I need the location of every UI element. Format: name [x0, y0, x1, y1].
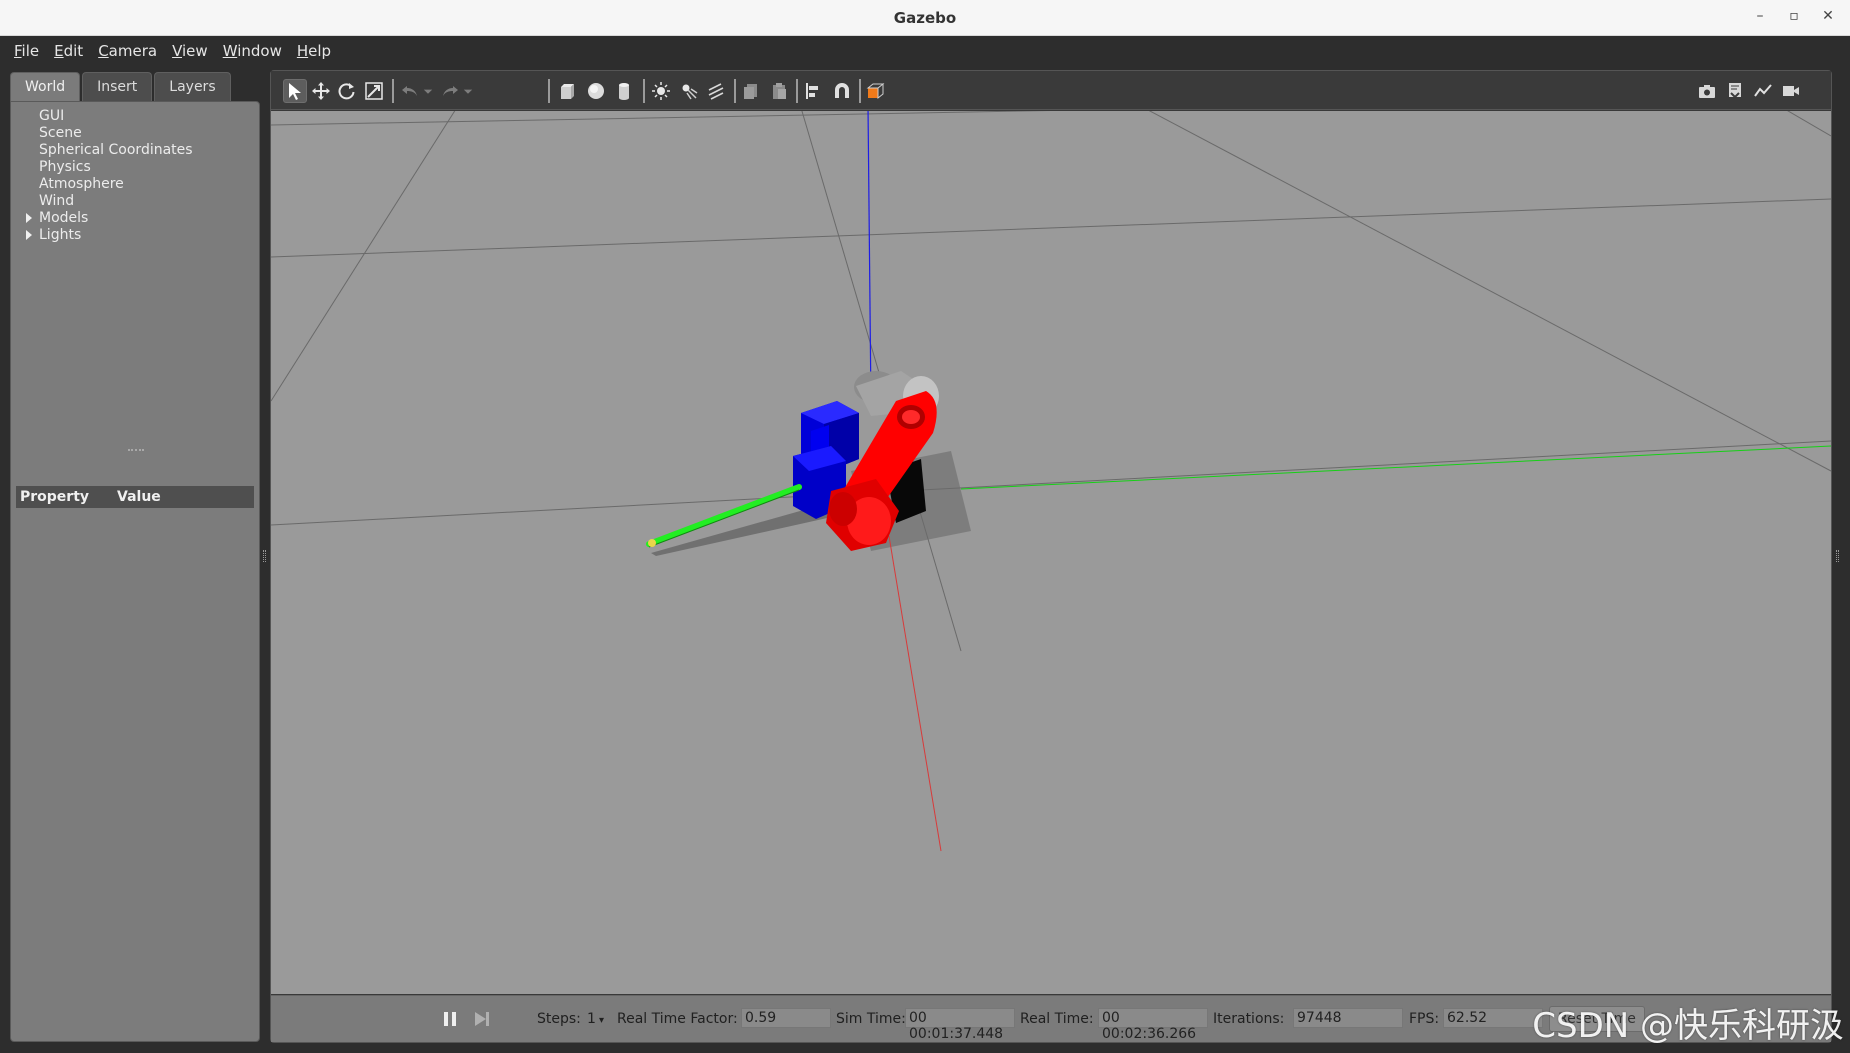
translate-mode-icon[interactable] — [309, 79, 333, 103]
toolbar-separator — [734, 79, 736, 103]
box-shape-icon[interactable] — [555, 79, 579, 103]
rtf-field: 0.59 — [741, 1008, 831, 1028]
real-time-field: 00 00:02:36.266 — [1098, 1008, 1208, 1042]
toolbar-separator — [859, 79, 861, 103]
sphere-shape-icon[interactable] — [584, 79, 608, 103]
fps-field: 62.52 — [1443, 1008, 1543, 1028]
redo-icon[interactable] — [438, 79, 462, 103]
menu-help[interactable]: Help — [295, 40, 333, 62]
menu-camera[interactable]: Camera — [96, 40, 159, 62]
menu-edit[interactable]: Edit — [52, 40, 85, 62]
expand-arrow-icon[interactable] — [26, 213, 32, 223]
menu-bar: File Edit Camera View Window Help — [0, 36, 1850, 66]
steps-value[interactable]: 1 — [587, 1011, 596, 1027]
step-forward-button[interactable] — [470, 1007, 494, 1031]
toolbar-separator — [392, 79, 394, 103]
window-title: Gazebo — [893, 9, 957, 27]
value-column-header: Value — [117, 489, 161, 505]
tab-world[interactable]: World — [10, 72, 81, 103]
tree-item-scene[interactable]: Scene — [25, 125, 193, 142]
snap-magnet-icon[interactable] — [830, 79, 854, 103]
tab-insert[interactable]: Insert — [82, 72, 153, 101]
pause-button[interactable] — [438, 1007, 462, 1031]
x-axis — [888, 535, 942, 852]
rotate-mode-icon[interactable] — [335, 79, 359, 103]
rtf-label: Real Time Factor: — [617, 1011, 738, 1027]
directional-light-icon[interactable] — [704, 79, 728, 103]
property-column-header: Property — [20, 489, 90, 505]
select-mode-icon[interactable] — [283, 79, 307, 103]
tree-item-lights[interactable]: Lights — [25, 227, 193, 244]
maximize-button[interactable]: ▫ — [1786, 8, 1802, 24]
sim-time-field: 00 00:01:37.448 — [905, 1008, 1015, 1042]
undo-dropdown-icon[interactable] — [421, 79, 435, 103]
window-controls: – ▫ ✕ — [1752, 8, 1836, 24]
plot-icon[interactable] — [1751, 79, 1775, 103]
right-splitter-handle[interactable] — [1836, 550, 1839, 562]
3d-viewport[interactable] — [271, 111, 1831, 994]
world-tree-panel: GUI Scene Spherical Coordinates Physics … — [10, 101, 260, 1042]
point-light-icon[interactable] — [649, 79, 673, 103]
iterations-label: Iterations: — [1213, 1011, 1285, 1027]
menu-window[interactable]: Window — [221, 40, 284, 62]
cylinder-shape-icon[interactable] — [612, 79, 636, 103]
toolbar-separator — [643, 79, 645, 103]
copy-icon[interactable] — [739, 79, 763, 103]
menu-view[interactable]: View — [170, 40, 210, 62]
steps-label: Steps: — [537, 1011, 581, 1027]
scene-render — [271, 111, 1831, 852]
tree-item-gui[interactable]: GUI — [25, 108, 193, 125]
iterations-field: 97448 — [1293, 1008, 1403, 1028]
steps-dropdown-icon[interactable]: ▾ — [599, 1015, 604, 1026]
fps-label: FPS: — [1409, 1011, 1440, 1027]
tab-layers[interactable]: Layers — [154, 72, 231, 101]
tree-item-wind[interactable]: Wind — [25, 193, 193, 210]
real-time-label: Real Time: — [1020, 1011, 1094, 1027]
z-axis — [867, 111, 872, 407]
toolbar-separator — [796, 79, 798, 103]
property-table-header: Property Value — [16, 486, 254, 508]
toolbar — [271, 71, 1831, 110]
close-button[interactable]: ✕ — [1820, 8, 1836, 24]
world-tree: GUI Scene Spherical Coordinates Physics … — [25, 108, 193, 244]
tree-item-spherical-coordinates[interactable]: Spherical Coordinates — [25, 142, 193, 159]
sim-time-label: Sim Time: — [836, 1011, 906, 1027]
redo-dropdown-icon[interactable] — [461, 79, 475, 103]
align-icon[interactable] — [802, 79, 826, 103]
expand-arrow-icon[interactable] — [26, 230, 32, 240]
left-panel: World Insert Layers GUI Scene Spherical … — [10, 70, 260, 1042]
y-axis — [960, 445, 1831, 490]
tree-item-physics[interactable]: Physics — [25, 159, 193, 176]
screenshot-icon[interactable] — [1695, 79, 1719, 103]
tree-item-models[interactable]: Models — [25, 210, 193, 227]
view-angle-icon[interactable] — [864, 79, 888, 103]
video-record-icon[interactable] — [1779, 79, 1803, 103]
watermark-text: CSDN @快乐科研汲 — [1532, 1006, 1844, 1046]
spot-light-icon[interactable] — [677, 79, 701, 103]
left-panel-tabs: World Insert Layers — [10, 72, 233, 103]
ground-grid — [271, 111, 1831, 652]
undo-icon[interactable] — [398, 79, 422, 103]
minimize-button[interactable]: – — [1752, 8, 1768, 24]
splitter-handle[interactable] — [128, 449, 144, 451]
menu-file[interactable]: File — [12, 40, 41, 62]
scale-mode-icon[interactable] — [362, 79, 386, 103]
toolbar-separator — [548, 79, 550, 103]
left-splitter-handle[interactable] — [263, 550, 266, 562]
log-icon[interactable] — [1723, 79, 1747, 103]
tree-item-atmosphere[interactable]: Atmosphere — [25, 176, 193, 193]
paste-icon[interactable] — [767, 79, 791, 103]
window-titlebar: Gazebo – ▫ ✕ — [0, 0, 1850, 36]
